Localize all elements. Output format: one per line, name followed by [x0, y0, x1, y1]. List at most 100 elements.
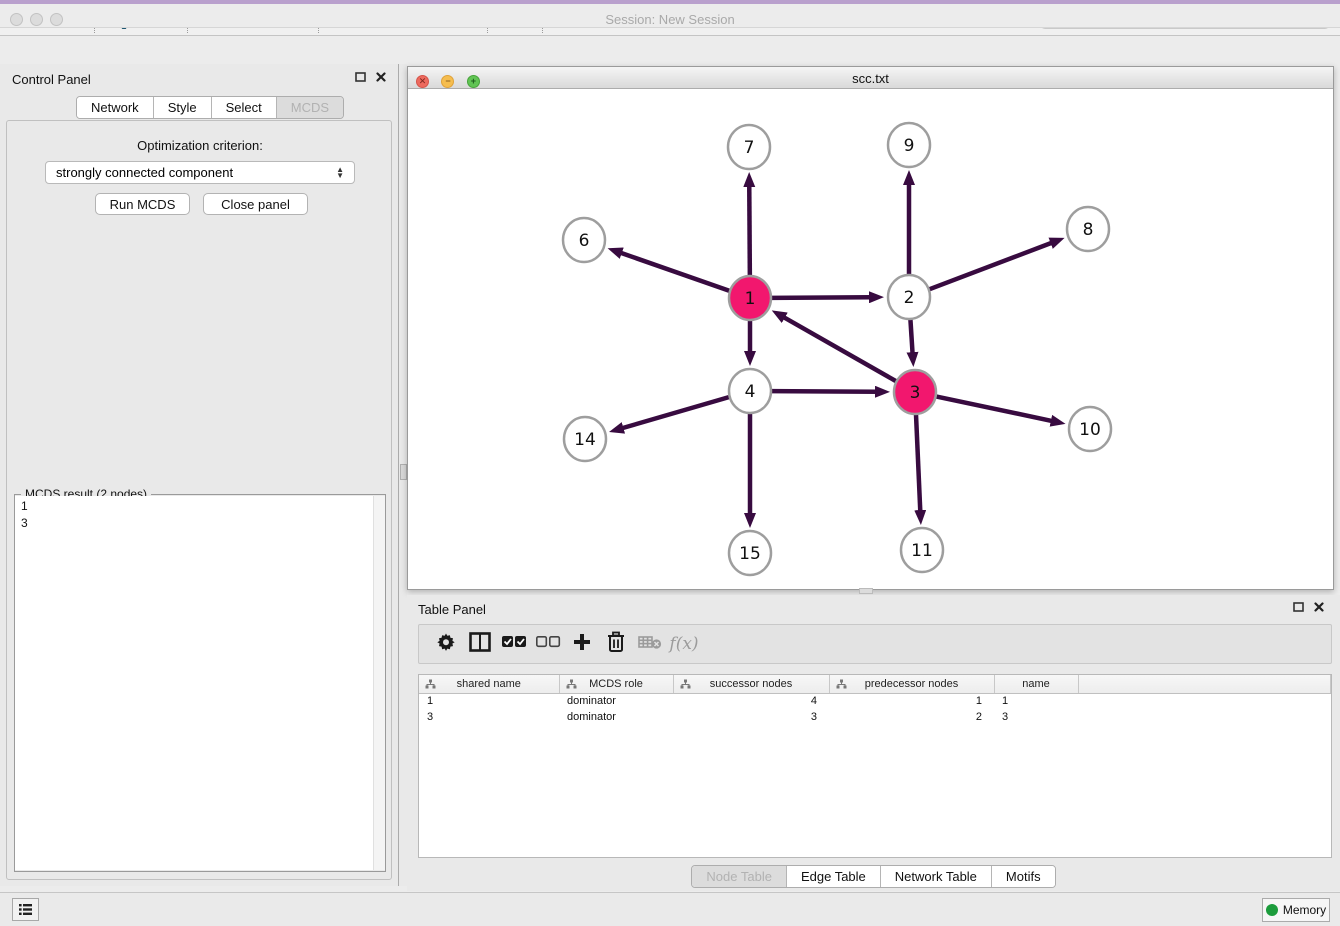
edge-3-10[interactable] — [937, 397, 1053, 422]
svg-text:7: 7 — [744, 138, 755, 158]
column-header-MCDS-role[interactable]: MCDS role — [559, 675, 673, 693]
tab-network[interactable]: Network — [77, 97, 154, 118]
edge-2-8[interactable] — [930, 242, 1053, 289]
network-graph-canvas[interactable]: 1 2 3 4 6 7 8 9 10 11 14 15 — [408, 89, 1333, 589]
delete-table-button[interactable] — [633, 629, 667, 659]
float-panel-icon[interactable] — [355, 72, 366, 82]
delete-column-button[interactable] — [599, 629, 633, 659]
column-header-successor-nodes[interactable]: successor nodes — [673, 675, 829, 693]
attribute-icon — [425, 679, 436, 689]
table-row[interactable]: 3dominator323 — [419, 709, 1331, 725]
table-cell[interactable]: 3 — [994, 709, 1078, 725]
control-panel-header: Control Panel — [0, 64, 398, 92]
run-mcds-button[interactable]: Run MCDS — [95, 193, 190, 215]
edge-1-7[interactable] — [749, 185, 750, 276]
table-cell[interactable]: 1 — [994, 693, 1078, 709]
attribute-icon — [566, 679, 577, 689]
edge-4-14[interactable] — [621, 397, 728, 428]
horizontal-splitter-handle[interactable] — [859, 588, 873, 594]
graph-node-10[interactable]: 10 — [1069, 407, 1111, 451]
svg-text:15: 15 — [739, 544, 761, 564]
close-panel-button[interactable]: Close panel — [203, 193, 308, 215]
tab-motifs[interactable]: Motifs — [992, 866, 1055, 887]
table-panel: Table Panel f(x) shared nameMCDS rolesuc… — [407, 595, 1340, 891]
edge-layer — [620, 183, 1053, 515]
tab-style[interactable]: Style — [154, 97, 212, 118]
attribute-icon — [680, 679, 691, 689]
graph-node-8[interactable]: 8 — [1067, 207, 1109, 251]
table-row[interactable]: 1dominator411 — [419, 693, 1331, 709]
edge-3-1[interactable] — [783, 317, 896, 381]
task-history-button[interactable] — [12, 898, 39, 921]
table-cell[interactable]: 3 — [673, 709, 829, 725]
application-window: Session: New Session Control Panel Netwo — [0, 0, 1340, 926]
table-toolbar: f(x) — [418, 624, 1332, 664]
result-scrollbar[interactable] — [373, 496, 385, 870]
vertical-splitter[interactable] — [398, 64, 407, 886]
deselect-all-button[interactable] — [531, 629, 565, 659]
edge-3-11[interactable] — [916, 414, 920, 512]
dropdown-stepper-icon: ▲▼ — [336, 167, 344, 179]
table-cell[interactable]: 1 — [829, 693, 994, 709]
tab-edge-table[interactable]: Edge Table — [787, 866, 881, 887]
memory-button[interactable]: Memory — [1262, 898, 1330, 922]
table-cell[interactable]: 1 — [419, 693, 559, 709]
graph-node-3[interactable]: 3 — [894, 370, 936, 414]
graph-node-4[interactable]: 4 — [729, 369, 771, 413]
graph-node-7[interactable]: 7 — [728, 125, 770, 169]
table-cell[interactable]: dominator — [559, 693, 673, 709]
tab-network-table[interactable]: Network Table — [881, 866, 992, 887]
graph-node-14[interactable]: 14 — [564, 417, 606, 461]
column-header-shared-name[interactable]: shared name — [419, 675, 559, 693]
float-table-panel-icon[interactable] — [1293, 602, 1304, 612]
criterion-dropdown[interactable]: strongly connected component ▲▼ — [45, 161, 355, 184]
graph-node-6[interactable]: 6 — [563, 218, 605, 262]
add-column-button[interactable] — [565, 629, 599, 659]
edge-1-6[interactable] — [620, 253, 729, 291]
edge-1-2[interactable] — [772, 297, 871, 298]
svg-text:3: 3 — [910, 383, 921, 403]
splitter-handle[interactable] — [400, 464, 407, 480]
close-panel-icon[interactable] — [376, 72, 386, 82]
table-cell[interactable]: 2 — [829, 709, 994, 725]
select-all-button[interactable] — [497, 629, 531, 659]
table-panel-tabs: Node TableEdge TableNetwork TableMotifs — [407, 865, 1340, 888]
svg-text:8: 8 — [1083, 220, 1094, 240]
control-panel-title: Control Panel — [12, 72, 91, 87]
table-header-row[interactable]: shared nameMCDS rolesuccessor nodesprede… — [419, 675, 1331, 693]
table-cell[interactable]: 3 — [419, 709, 559, 725]
svg-text:2: 2 — [904, 288, 915, 308]
table-cell[interactable]: 4 — [673, 693, 829, 709]
edge-4-3[interactable] — [772, 391, 877, 392]
list-icon — [18, 903, 33, 916]
graph-node-1[interactable]: 1 — [729, 276, 771, 320]
graph-node-2[interactable]: 2 — [888, 275, 930, 319]
split-view-button[interactable] — [463, 629, 497, 659]
svg-text:1: 1 — [745, 289, 756, 309]
graph-node-9[interactable]: 9 — [888, 123, 930, 167]
graph-node-15[interactable]: 15 — [729, 531, 771, 575]
tab-node-table[interactable]: Node Table — [692, 866, 787, 887]
node-table[interactable]: shared nameMCDS rolesuccessor nodesprede… — [418, 674, 1332, 858]
column-header-name[interactable]: name — [994, 675, 1078, 693]
edge-2-3[interactable] — [910, 319, 912, 354]
mcds-result-textarea[interactable]: 1 3 — [15, 496, 385, 870]
svg-text:14: 14 — [574, 430, 596, 450]
delete-table-icon — [638, 634, 662, 655]
gear-button[interactable] — [429, 629, 463, 659]
table-cell[interactable]: dominator — [559, 709, 673, 725]
memory-status-icon — [1266, 904, 1278, 916]
table-panel-title: Table Panel — [418, 602, 486, 617]
function-icon: f(x) — [669, 634, 698, 654]
mcds-result-group: MCDS result (2 nodes) 1 3 — [14, 494, 386, 872]
column-header-predecessor-nodes[interactable]: predecessor nodes — [829, 675, 994, 693]
tab-mcds[interactable]: MCDS — [277, 97, 343, 118]
graph-node-11[interactable]: 11 — [901, 528, 943, 572]
close-table-panel-icon[interactable] — [1314, 602, 1324, 612]
tab-select[interactable]: Select — [212, 97, 277, 118]
function-button[interactable]: f(x) — [667, 629, 701, 659]
mcds-result-text: 1 3 — [15, 496, 373, 870]
network-window-titlebar[interactable]: ✕ − + scc.txt — [408, 67, 1333, 89]
memory-label: Memory — [1283, 903, 1326, 917]
svg-text:6: 6 — [579, 231, 590, 251]
